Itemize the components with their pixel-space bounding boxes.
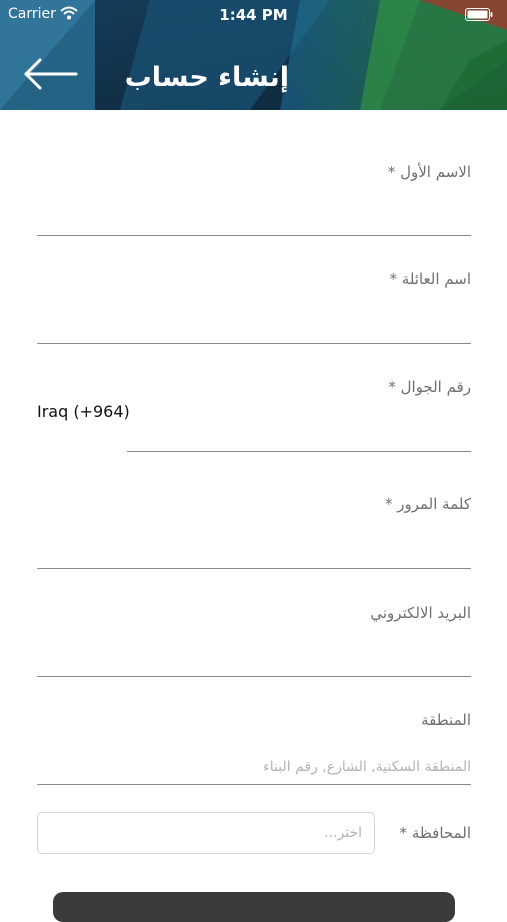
page-title: إنشاء حساب xyxy=(124,62,289,93)
governorate-placeholder: اختر... xyxy=(324,825,362,841)
family-name-label: اسم العائلة * xyxy=(389,270,471,288)
governorate-select[interactable]: اختر... xyxy=(37,812,375,854)
area-input[interactable] xyxy=(37,750,471,785)
country-code-selector[interactable]: Iraq (+964) xyxy=(37,402,130,421)
phone-label: رقم الجوال * xyxy=(388,378,471,396)
password-label: كلمة المرور * xyxy=(384,495,471,513)
status-time: 1:44 PM xyxy=(219,6,288,24)
email-input[interactable] xyxy=(37,642,471,677)
submit-button[interactable] xyxy=(53,892,455,922)
governorate-label: المحافظة * xyxy=(399,824,471,842)
battery-icon xyxy=(465,8,493,21)
phone-input[interactable] xyxy=(127,417,471,452)
first-name-label: الاسم الأول * xyxy=(387,163,471,181)
status-bar: Carrier 1:44 PM xyxy=(0,0,507,30)
arrow-left-icon xyxy=(24,58,78,90)
first-name-input[interactable] xyxy=(37,201,471,236)
area-label: المنطقة xyxy=(421,711,471,729)
password-input[interactable] xyxy=(37,534,471,569)
app-header: Carrier 1:44 PM إنشاء حساب xyxy=(0,0,507,110)
back-button[interactable] xyxy=(22,56,84,96)
family-name-input[interactable] xyxy=(37,309,471,344)
email-label: البريد الالكتروني xyxy=(370,604,471,622)
